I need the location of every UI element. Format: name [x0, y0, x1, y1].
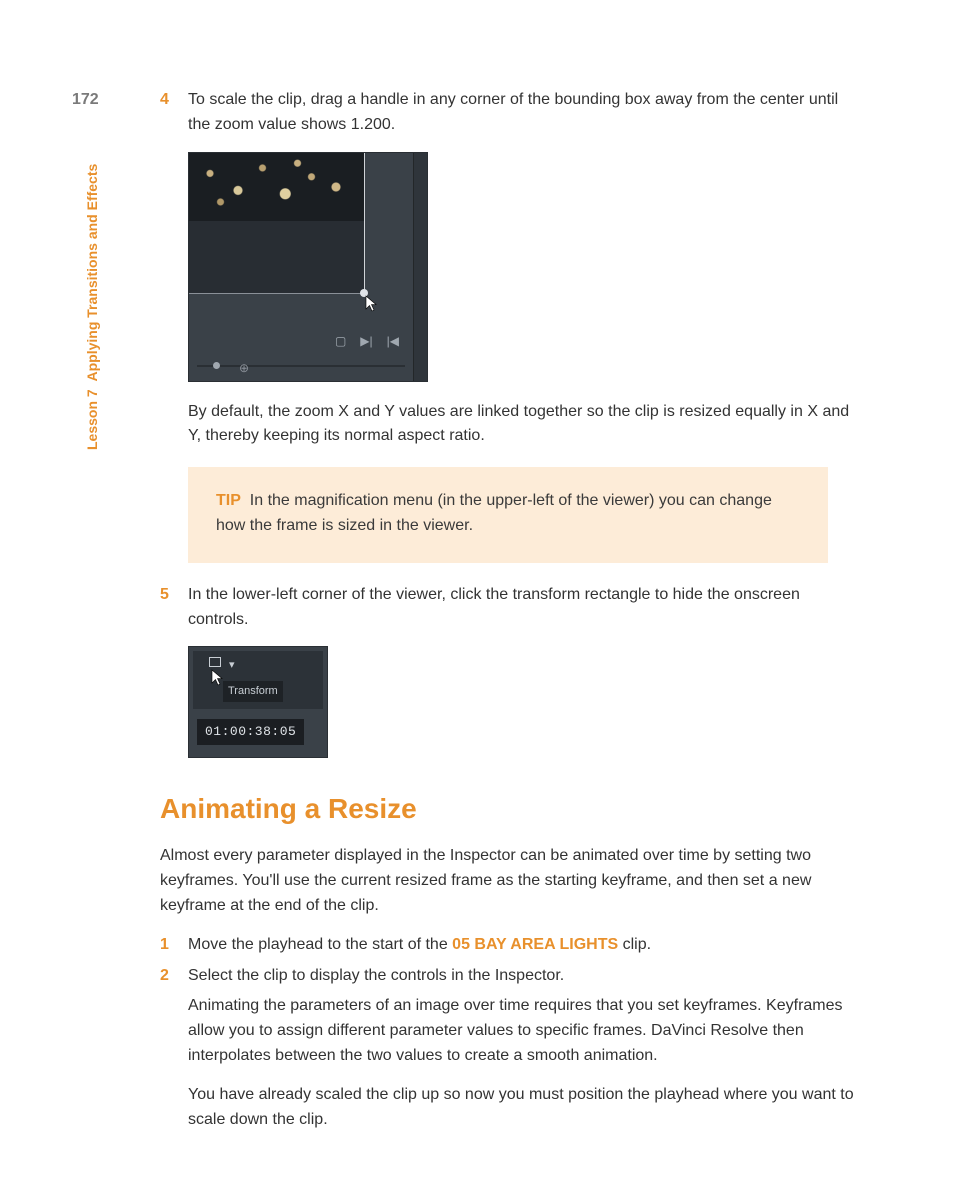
lesson-number: Lesson 7	[84, 389, 100, 450]
clip-name: 05 BAY AREA LIGHTS	[452, 936, 618, 953]
step-1-post: clip.	[618, 936, 651, 953]
page-content: 4 To scale the clip, drag a handle in an…	[160, 88, 860, 1146]
transform-tooltip: Transform	[223, 681, 283, 702]
step-number: 4	[160, 88, 188, 138]
zoom-plus-icon: ⊕	[239, 359, 249, 377]
lesson-sidebar-label: Lesson 7 Applying Transitions and Effect…	[82, 164, 103, 450]
bounding-box-edge-horizontal	[189, 293, 364, 294]
step-text: Select the clip to display the controls …	[188, 964, 860, 989]
step-text: In the lower-left corner of the viewer, …	[188, 583, 860, 633]
chevron-down-icon: ▾	[229, 657, 235, 674]
step-number: 2	[160, 964, 188, 989]
frame-icon: ▢	[335, 332, 346, 350]
step-5: 5 In the lower-left corner of the viewer…	[160, 583, 860, 633]
step-number: 1	[160, 933, 188, 958]
step-2-para-1: Animating the parameters of an image ove…	[188, 994, 860, 1068]
page-number: 172	[72, 88, 99, 112]
transform-rectangle-icon	[209, 657, 221, 667]
step-1-pre: Move the playhead to the start of the	[188, 936, 452, 953]
next-clip-icon: ▶|	[360, 332, 372, 350]
step-text: Move the playhead to the start of the 05…	[188, 933, 860, 958]
step-2: 2 Select the clip to display the control…	[160, 964, 860, 989]
section-intro: Almost every parameter displayed in the …	[160, 844, 860, 918]
screenshot-viewer-bounding-box: ▢ ▶| |◀ ⊕	[188, 152, 428, 382]
prev-clip-icon: |◀	[387, 332, 399, 350]
timecode-display: 01:00:38:05	[197, 719, 304, 745]
tip-label: TIP	[216, 492, 241, 509]
screenshot-transform-toggle: ▾ Transform 01:00:38:05	[188, 646, 328, 758]
step-1: 1 Move the playhead to the start of the …	[160, 933, 860, 958]
viewer-side-panel	[413, 153, 427, 381]
section-heading: Animating a Resize	[160, 788, 860, 830]
tip-callout: TIP In the magnification menu (in the up…	[188, 467, 828, 563]
zoom-slider-dot	[213, 362, 220, 369]
step-text: To scale the clip, drag a handle in any …	[188, 88, 860, 138]
step-4-followup: By default, the zoom X and Y values are …	[188, 400, 860, 450]
viewer-transport-controls: ▢ ▶| |◀	[189, 329, 413, 353]
step-4: 4 To scale the clip, drag a handle in an…	[160, 88, 860, 138]
video-preview-lower	[189, 221, 364, 293]
lesson-title: Applying Transitions and Effects	[84, 164, 100, 382]
step-2-para-2: You have already scaled the clip up so n…	[188, 1083, 860, 1133]
tip-text: In the magnification menu (in the upper-…	[216, 492, 772, 534]
step-number: 5	[160, 583, 188, 633]
cursor-icon	[365, 295, 381, 313]
video-preview-bokeh	[189, 153, 364, 221]
bounding-box-edge-vertical	[364, 153, 365, 293]
zoom-track	[197, 365, 405, 367]
